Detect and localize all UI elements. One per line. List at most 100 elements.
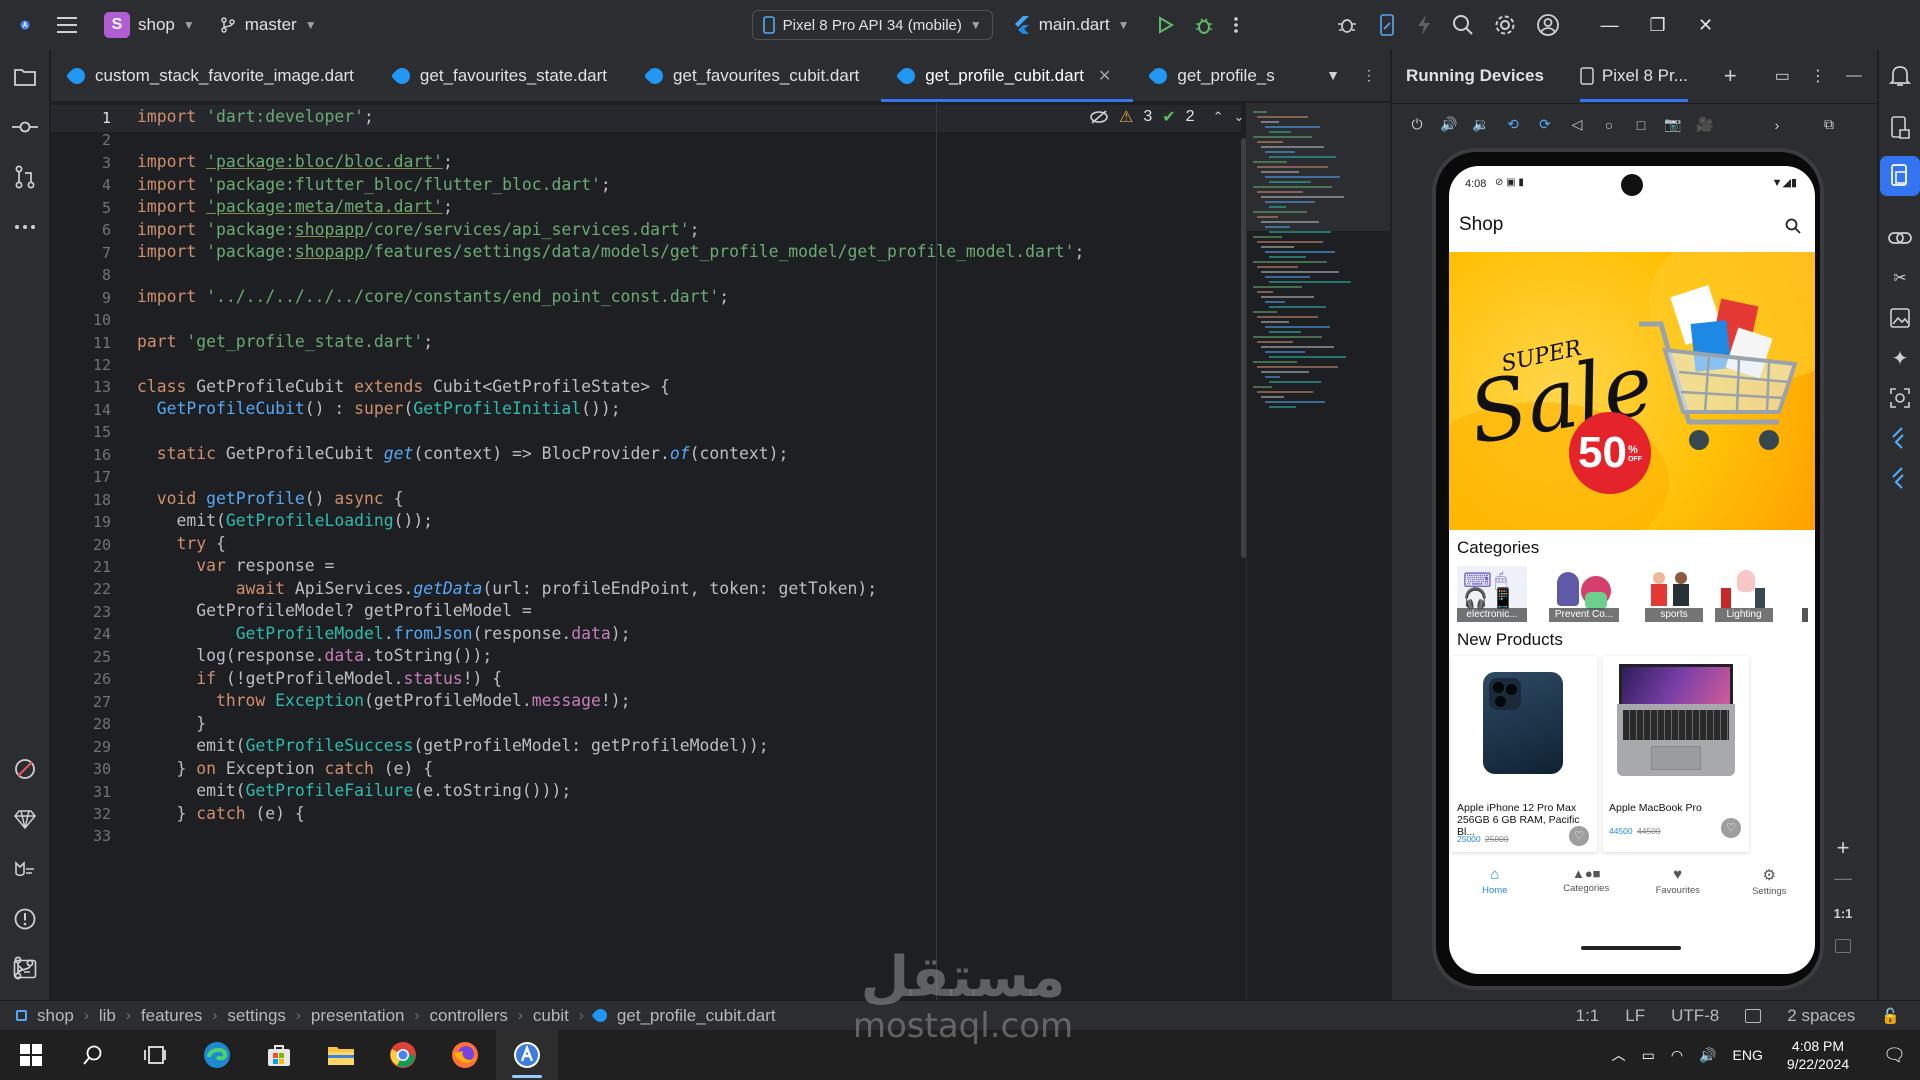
account-icon[interactable] bbox=[1526, 8, 1570, 42]
gem-icon[interactable] bbox=[12, 806, 38, 832]
system-clock[interactable]: 4:08 PM 9/22/2024 bbox=[1787, 1037, 1849, 1073]
add-device-icon[interactable]: + bbox=[1724, 63, 1737, 89]
category-item-electronics[interactable]: ⌨🖱 🎧📱 electronic... bbox=[1457, 566, 1527, 622]
show-hidden-icons-icon[interactable]: ︿ bbox=[1612, 1045, 1626, 1065]
category-item-sports[interactable]: sports bbox=[1645, 566, 1703, 622]
phone-screen[interactable]: 4:08 ⊘ ▣ ▮ ▼◢▮ Shop SUPER Sale 50 % OFF … bbox=[1449, 166, 1815, 974]
more-toolbar-icon[interactable]: › bbox=[1768, 116, 1786, 134]
product-card[interactable]: Apple MacBook Pro 44500 44500 ♡ bbox=[1603, 656, 1749, 852]
breadcrumb-item[interactable]: shop bbox=[37, 1006, 74, 1026]
tab-get-profile-cubit[interactable]: get_profile_cubit.dart ✕ bbox=[881, 50, 1134, 102]
task-view-icon[interactable] bbox=[124, 1030, 186, 1080]
home-icon[interactable]: ○ bbox=[1600, 116, 1618, 134]
branch-selector[interactable]: master ▼ bbox=[209, 8, 327, 42]
image-asset-icon[interactable] bbox=[1888, 306, 1912, 330]
search-icon[interactable] bbox=[1785, 218, 1801, 234]
volume-down-icon[interactable]: 🔉 bbox=[1472, 116, 1490, 134]
notifications-bell-icon[interactable] bbox=[1888, 64, 1912, 88]
close-tab-icon[interactable]: ✕ bbox=[1098, 66, 1111, 86]
run-button[interactable] bbox=[1146, 8, 1184, 42]
input-language[interactable]: ENG bbox=[1733, 1047, 1763, 1063]
breadcrumb-item[interactable]: controllers bbox=[430, 1006, 508, 1026]
link-icon[interactable] bbox=[1888, 226, 1912, 250]
lock-icon[interactable]: 🔓 bbox=[1881, 1007, 1900, 1025]
nav-categories[interactable]: ▲●■ Categories bbox=[1541, 860, 1633, 914]
tab-get-favourites-cubit[interactable]: get_favourites_cubit.dart bbox=[629, 50, 881, 102]
more-actions-icon[interactable] bbox=[1224, 8, 1248, 42]
scissors-icon[interactable]: ✂ bbox=[1888, 266, 1912, 290]
screenshot-icon[interactable]: 📷 bbox=[1664, 116, 1682, 134]
gesture-handle[interactable] bbox=[1581, 946, 1681, 950]
project-folder-icon[interactable] bbox=[12, 64, 38, 90]
windows-start-icon[interactable] bbox=[0, 1030, 62, 1080]
screen-record-icon[interactable]: 🎥 bbox=[1696, 116, 1714, 134]
breadcrumb-item[interactable]: settings bbox=[227, 1006, 286, 1026]
flutter-inspector-icon[interactable] bbox=[1888, 426, 1912, 450]
layout-inspector-icon[interactable] bbox=[1888, 386, 1912, 410]
logcat-icon[interactable] bbox=[12, 856, 38, 882]
device-explorer-icon[interactable] bbox=[1888, 116, 1912, 140]
battery-tray-icon[interactable]: ▭ bbox=[1642, 1047, 1655, 1064]
notification-center-icon[interactable]: 🗨 bbox=[1883, 1045, 1906, 1066]
rotate-left-icon[interactable]: ⟲ bbox=[1504, 116, 1522, 134]
android-studio-task-icon[interactable] bbox=[496, 1030, 558, 1080]
zoom-in-icon[interactable]: + bbox=[1828, 835, 1858, 861]
fit-screen-icon[interactable] bbox=[1835, 939, 1851, 953]
wifi-tray-icon[interactable]: ◠ bbox=[1671, 1047, 1683, 1064]
back-icon[interactable]: ◁ bbox=[1568, 116, 1586, 134]
cursor-position[interactable]: 1:1 bbox=[1576, 1006, 1600, 1026]
chrome-browser-icon[interactable] bbox=[372, 1030, 434, 1080]
code-area[interactable]: import 'dart:developer'; import 'package… bbox=[137, 103, 1287, 1000]
device-manager-icon[interactable] bbox=[1368, 8, 1406, 42]
category-item-prevent-covid[interactable]: Prevent Co... bbox=[1549, 566, 1619, 622]
running-devices-tool-icon[interactable] bbox=[1880, 156, 1920, 196]
search-icon[interactable] bbox=[1442, 8, 1484, 42]
volume-tray-icon[interactable]: 🔊 bbox=[1699, 1047, 1716, 1064]
gemini-sparkle-icon[interactable]: ✦ bbox=[1888, 346, 1912, 370]
commit-icon[interactable] bbox=[12, 114, 38, 140]
favourite-heart-icon[interactable]: ♡ bbox=[1569, 826, 1589, 846]
taskbar-search-icon[interactable] bbox=[62, 1030, 124, 1080]
next-highlight-icon[interactable]: ⌄ bbox=[1233, 109, 1244, 125]
line-separator[interactable]: LF bbox=[1625, 1006, 1645, 1026]
power-icon[interactable]: ⏻ bbox=[1408, 116, 1426, 134]
tab-get-profile-state[interactable]: get_profile_s bbox=[1133, 50, 1280, 102]
favourite-heart-icon[interactable]: ♡ bbox=[1721, 818, 1741, 838]
tab-get-favourites-state[interactable]: get_favourites_state.dart bbox=[376, 50, 629, 102]
volume-up-icon[interactable]: 🔊 bbox=[1440, 116, 1458, 134]
layout-icon[interactable]: ▭ bbox=[1775, 66, 1790, 86]
breadcrumb-item[interactable]: features bbox=[141, 1006, 202, 1026]
tab-options-icon[interactable]: ⋮ bbox=[1362, 67, 1376, 84]
readonly-toggle-icon[interactable] bbox=[1745, 1008, 1762, 1023]
panel-options-icon[interactable]: ⋮ bbox=[1810, 66, 1826, 86]
inspection-widget[interactable]: ⚠ 3 ✔ 2 ⌃ ⌄ bbox=[1089, 107, 1244, 127]
project-selector[interactable]: S shop ▼ bbox=[94, 8, 205, 42]
firefox-browser-icon[interactable] bbox=[434, 1030, 496, 1080]
tab-custom-stack-favorite-image[interactable]: custom_stack_favorite_image.dart bbox=[51, 50, 376, 102]
pull-requests-icon[interactable] bbox=[12, 164, 38, 190]
nav-favourites[interactable]: ♥ Favourites bbox=[1632, 860, 1724, 914]
rotate-right-icon[interactable]: ⟳ bbox=[1536, 116, 1554, 134]
nav-home[interactable]: ⌂ Home bbox=[1449, 860, 1541, 914]
indent-setting[interactable]: 2 spaces bbox=[1787, 1006, 1855, 1026]
breadcrumb-item[interactable]: presentation bbox=[311, 1006, 405, 1026]
breadcrumb-item[interactable]: get_profile_cubit.dart bbox=[617, 1006, 776, 1026]
nav-settings[interactable]: ⚙ Settings bbox=[1724, 860, 1816, 914]
tabs-dropdown-icon[interactable]: ▼ bbox=[1326, 67, 1340, 84]
code-minimap[interactable] bbox=[1246, 103, 1390, 1000]
lightning-icon[interactable] bbox=[1406, 8, 1442, 42]
mirror-settings-icon[interactable]: ⧉ bbox=[1820, 116, 1838, 134]
version-control-icon[interactable] bbox=[12, 955, 38, 981]
device-selector[interactable]: Pixel 8 Pro API 34 (mobile) ▼ bbox=[751, 10, 993, 40]
file-explorer-icon[interactable] bbox=[310, 1030, 372, 1080]
settings-gear-icon[interactable] bbox=[1484, 8, 1526, 42]
debug-button[interactable] bbox=[1184, 8, 1224, 42]
sale-banner[interactable]: SUPER Sale 50 % OFF bbox=[1449, 252, 1815, 530]
edge-browser-icon[interactable] bbox=[186, 1030, 248, 1080]
more-tools-icon[interactable] bbox=[12, 214, 38, 240]
app-quality-insights-icon[interactable] bbox=[12, 756, 38, 782]
hide-panel-icon[interactable]: — bbox=[1846, 67, 1862, 85]
minimize-window-icon[interactable]: — bbox=[1586, 0, 1634, 50]
problems-icon[interactable] bbox=[12, 906, 38, 932]
zoom-actual-size[interactable]: 1:1 bbox=[1828, 906, 1858, 921]
